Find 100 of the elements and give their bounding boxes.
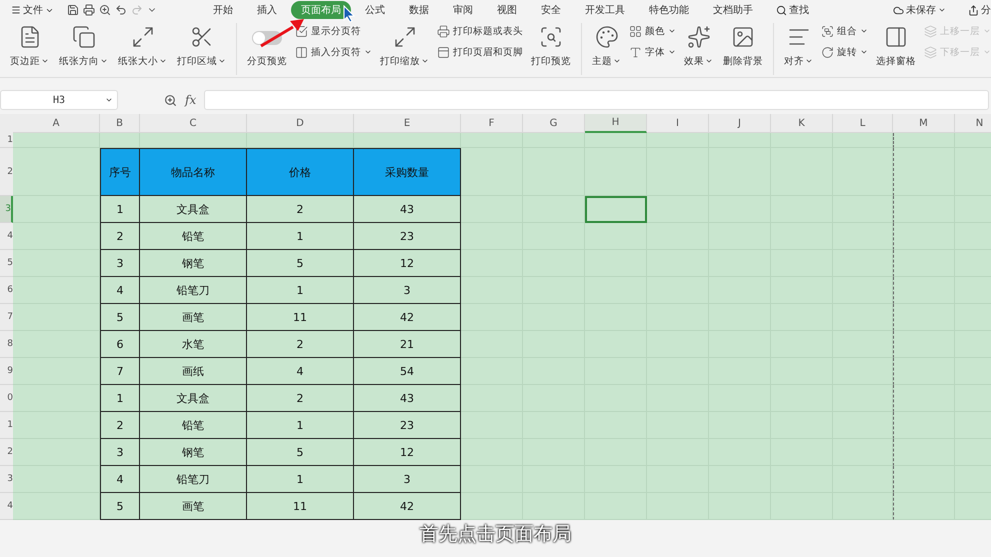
grid-cell[interactable] <box>893 277 955 304</box>
column-header[interactable]: H <box>585 114 647 133</box>
grid-cell[interactable] <box>893 148 955 196</box>
grid-cell[interactable] <box>523 493 585 520</box>
row-header[interactable]: 4 <box>0 493 13 520</box>
column-header[interactable]: J <box>709 114 771 133</box>
grid-cell[interactable] <box>893 412 955 439</box>
grid-cell[interactable] <box>585 148 647 196</box>
grid-cell[interactable] <box>647 493 709 520</box>
grid-cell[interactable] <box>13 358 100 385</box>
grid-cell[interactable] <box>461 493 523 520</box>
grid-cell[interactable] <box>893 439 955 466</box>
grid-cell[interactable] <box>13 331 100 358</box>
undo-icon[interactable] <box>115 4 127 16</box>
grid-cell[interactable] <box>13 250 100 277</box>
grid-cell[interactable] <box>461 439 523 466</box>
row-header[interactable]: 2 <box>0 439 13 466</box>
grid-cell[interactable] <box>771 133 833 148</box>
row-header[interactable]: 5 <box>0 250 13 277</box>
grid-cell[interactable] <box>13 439 100 466</box>
grid-cell[interactable] <box>461 304 523 331</box>
grid-cell[interactable] <box>833 304 893 331</box>
grid-cell[interactable] <box>893 250 955 277</box>
ribbon-button[interactable]: 打印缩放 <box>378 22 431 70</box>
ribbon-tab[interactable]: 开发工具 <box>575 1 635 19</box>
grid-cell[interactable] <box>893 385 955 412</box>
ribbon-tab[interactable]: 视图 <box>487 1 527 19</box>
grid-cell[interactable] <box>461 223 523 250</box>
grid-cell[interactable] <box>461 196 523 223</box>
grid-cell[interactable] <box>13 385 100 412</box>
grid-cell[interactable] <box>893 304 955 331</box>
grid-cell[interactable] <box>13 196 100 223</box>
grid-cell[interactable] <box>461 466 523 493</box>
ribbon-button[interactable]: 颜色 <box>629 24 676 38</box>
name-box[interactable]: H3 <box>0 90 118 110</box>
grid-cell[interactable] <box>709 133 771 148</box>
ribbon-button[interactable]: 删除背景 <box>721 22 765 70</box>
grid-cell[interactable] <box>13 304 100 331</box>
formula-input[interactable] <box>204 90 989 110</box>
grid-cell[interactable] <box>461 385 523 412</box>
grid-cell[interactable] <box>13 133 100 148</box>
row-header[interactable]: 3 <box>0 466 13 493</box>
grid-cell[interactable] <box>354 133 461 148</box>
grid-cell[interactable] <box>647 223 709 250</box>
grid-cell[interactable] <box>893 133 955 148</box>
share-button[interactable]: 分 <box>959 2 991 18</box>
ribbon-button[interactable]: 页边距 <box>8 22 51 70</box>
ribbon-button[interactable]: 效果 <box>682 22 715 70</box>
column-header[interactable]: E <box>354 114 461 133</box>
grid-cell[interactable] <box>833 250 893 277</box>
grid-cell[interactable] <box>709 493 771 520</box>
grid-cell[interactable] <box>461 250 523 277</box>
ribbon-tab[interactable]: 数据 <box>399 1 439 19</box>
grid-cell[interactable] <box>13 493 100 520</box>
ribbon-button[interactable]: 主题 <box>590 22 623 70</box>
grid-cell[interactable] <box>585 223 647 250</box>
grid-cell[interactable] <box>893 466 955 493</box>
row-header[interactable]: 7 <box>0 304 13 331</box>
file-menu[interactable]: 文件 <box>2 2 63 18</box>
grid-cell[interactable] <box>893 331 955 358</box>
grid-cell[interactable] <box>523 148 585 196</box>
grid-cell[interactable] <box>13 148 100 196</box>
save-status[interactable]: 未保存 <box>884 2 955 18</box>
row-header[interactable]: 1 <box>0 133 13 148</box>
ribbon-tab[interactable]: 特色功能 <box>639 1 699 19</box>
ribbon-tab[interactable]: 安全 <box>531 1 571 19</box>
column-header[interactable]: B <box>100 114 140 133</box>
ribbon-tab[interactable]: 公式 <box>355 1 395 19</box>
grid-cell[interactable] <box>13 412 100 439</box>
ribbon-button[interactable]: 纸张大小 <box>116 22 169 70</box>
ribbon-tab[interactable]: 页面布局 <box>291 1 351 19</box>
ribbon-tab[interactable]: 审阅 <box>443 1 483 19</box>
column-header[interactable]: G <box>523 114 585 133</box>
grid-cell[interactable] <box>461 148 523 196</box>
grid-cell[interactable] <box>523 223 585 250</box>
ribbon-button[interactable]: 旋转 <box>821 46 868 58</box>
preview-icon[interactable] <box>99 4 111 16</box>
grid-cell[interactable] <box>833 277 893 304</box>
row-header[interactable]: 9 <box>0 358 13 385</box>
grid-cell[interactable] <box>833 148 893 196</box>
grid-cell[interactable] <box>833 466 893 493</box>
grid-cell[interactable] <box>955 133 991 148</box>
fx-label[interactable]: fx <box>185 93 196 107</box>
grid-cell[interactable] <box>647 148 709 196</box>
row-header[interactable]: 8 <box>0 331 13 358</box>
ribbon-button[interactable]: 对齐 <box>782 22 815 70</box>
column-header[interactable]: F <box>461 114 523 133</box>
ribbon-button[interactable]: 选择窗格 <box>874 22 918 70</box>
ribbon-button[interactable]: 打印区域 <box>175 22 228 70</box>
ribbon-button[interactable]: 打印预览 <box>529 22 573 70</box>
grid-cell[interactable] <box>833 223 893 250</box>
grid-cell[interactable] <box>833 133 893 148</box>
active-cell[interactable] <box>585 196 647 223</box>
ribbon-button[interactable]: 纸张方向 <box>57 22 110 70</box>
ribbon-button[interactable]: 插入分页符 <box>295 46 372 58</box>
grid-cell[interactable] <box>523 133 585 148</box>
grid-cell[interactable] <box>833 358 893 385</box>
grid-cell[interactable] <box>13 466 100 493</box>
column-header[interactable]: N <box>955 114 991 133</box>
grid-cell[interactable] <box>100 133 140 148</box>
